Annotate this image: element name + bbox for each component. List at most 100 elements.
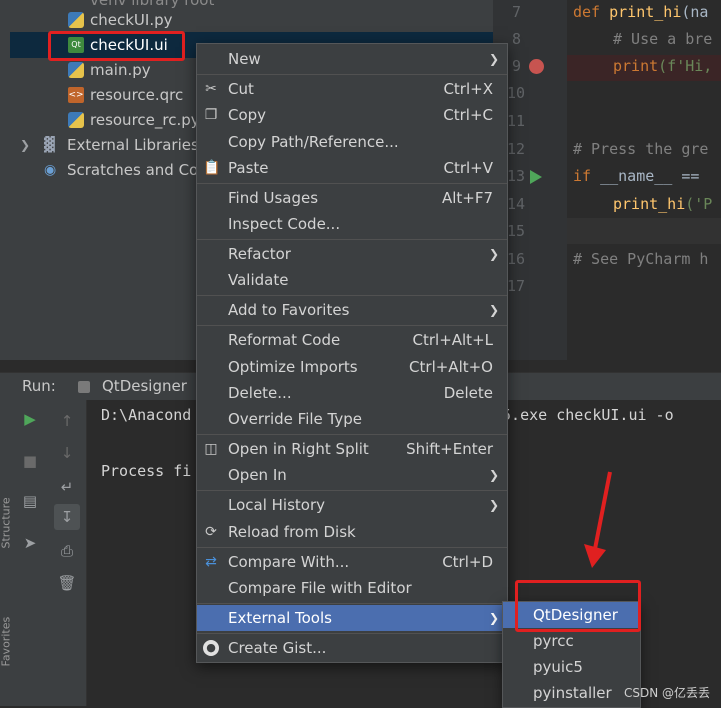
submenu-arrow-icon: ❯ [488, 611, 499, 625]
arrow-up-icon[interactable]: ↑ [56, 410, 78, 432]
python-file-icon [68, 62, 84, 78]
code-line: if __name__ == [573, 167, 709, 185]
line-number: 8 [511, 30, 521, 48]
line-number: 10 [507, 84, 526, 102]
soft-wrap-icon[interactable]: ↵ [56, 476, 78, 498]
menu-item-paste[interactable]: 📋 Paste Ctrl+V [197, 155, 507, 181]
submenu-arrow-icon: ❯ [488, 303, 499, 317]
favorites-tab[interactable]: Favorites [0, 617, 13, 667]
menu-item-copy-path[interactable]: Copy Path/Reference... [197, 129, 507, 155]
structure-tab[interactable]: Structure [0, 497, 13, 548]
rerun-icon[interactable]: ▶ [19, 408, 41, 430]
menu-separator [197, 74, 507, 75]
menu-separator [197, 239, 507, 240]
scissors-icon: ✂ [205, 81, 217, 97]
github-icon: ● [203, 640, 219, 656]
menu-separator [197, 603, 507, 604]
line-number: 14 [507, 195, 526, 213]
line-number: 17 [507, 277, 526, 295]
submenu-arrow-icon: ❯ [488, 52, 499, 66]
print-icon[interactable]: ⎙ [56, 540, 78, 562]
left-side-stripe: Structure Favorites [0, 400, 13, 706]
paste-icon: 📋 [203, 160, 221, 176]
code-line: # See PyCharm h [573, 250, 709, 268]
trash-icon[interactable]: 🗑 [56, 572, 78, 594]
submenu-arrow-icon: ❯ [488, 247, 499, 261]
menu-item-reformat-code[interactable]: Reformat Code Ctrl+Alt+L [197, 327, 507, 353]
menu-item-find-usages[interactable]: Find Usages Alt+F7 [197, 185, 507, 211]
watermark: CSDN @亿丢丢 [624, 686, 711, 700]
line-number: 12 [507, 140, 526, 158]
compare-icon: ⇄ [205, 554, 217, 570]
menu-item-inspect-code[interactable]: Inspect Code... [197, 211, 507, 237]
library-icon: ▓ [44, 137, 55, 153]
menu-item-copy[interactable]: ❐ Copy Ctrl+C [197, 102, 507, 128]
menu-item-open-in[interactable]: Open In ❯ [197, 462, 507, 488]
scroll-to-end-icon[interactable]: ↧ [54, 504, 80, 530]
code-line: print_hi('P [613, 195, 713, 213]
line-number: 11 [507, 112, 526, 130]
menu-item-compare-file-editor[interactable]: Compare File with Editor [197, 575, 507, 601]
menu-item-validate[interactable]: Validate [197, 267, 507, 293]
menu-separator [197, 183, 507, 184]
scratches-icon: ◉ [44, 162, 57, 178]
breakpoint-icon[interactable] [529, 59, 544, 74]
submenu-item-pyinstaller[interactable]: pyinstaller [503, 680, 640, 706]
menu-item-cut[interactable]: ✂ Cut Ctrl+X [197, 76, 507, 102]
console-line: c5.exe checkUI.ui -o [493, 406, 674, 424]
menu-separator [197, 490, 507, 491]
console-line: Process fi [101, 462, 192, 480]
layout-icon[interactable]: ▤ [19, 490, 41, 512]
line-number: 15 [507, 222, 526, 240]
menu-item-create-gist[interactable]: ● Create Gist... [197, 635, 507, 661]
run-label: Run: [22, 377, 56, 395]
menu-item-refactor[interactable]: Refactor ❯ [197, 241, 507, 267]
submenu-item-pyuic5[interactable]: pyuic5 [503, 654, 640, 680]
menu-item-local-history[interactable]: Local History ❯ [197, 492, 507, 518]
run-gutter-icon[interactable] [530, 170, 542, 184]
menu-item-new[interactable]: New ❯ [197, 46, 507, 72]
stop-icon[interactable]: ■ [19, 450, 41, 472]
menu-item-delete[interactable]: Delete... Delete [197, 380, 507, 406]
copy-icon: ❐ [204, 107, 218, 123]
annotation-arrow [584, 471, 612, 568]
run-toolbar-primary: ▶ ■ ▤ ➤ [12, 400, 48, 706]
line-number: 7 [511, 3, 521, 21]
qrc-file-icon: <> [68, 87, 84, 103]
pin-icon[interactable]: ➤ [19, 532, 41, 554]
menu-item-compare-with[interactable]: ⇄ Compare With... Ctrl+D [197, 549, 507, 575]
menu-item-override-file-type[interactable]: Override File Type [197, 406, 507, 432]
chevron-right-icon[interactable]: ❯ [20, 133, 30, 157]
python-file-icon [68, 12, 84, 28]
annotation-box-qtdesigner [515, 580, 641, 632]
python-file-icon [68, 112, 84, 128]
arrow-down-icon[interactable]: ↓ [56, 442, 78, 464]
reload-icon: ⟳ [205, 524, 217, 540]
menu-item-optimize-imports[interactable]: Optimize Imports Ctrl+Alt+O [197, 354, 507, 380]
run-tab-qtdesigner[interactable]: QtDesigner [102, 377, 187, 395]
code-line: print(f'Hi, [613, 57, 713, 75]
run-toolbar-secondary: ↑ ↓ ↵ ↧ ⎙ 🗑 [48, 400, 87, 706]
code-line: def print_hi(na [573, 3, 709, 21]
run-config-icon [78, 381, 90, 393]
menu-item-open-right-split[interactable]: ◫ Open in Right Split Shift+Enter [197, 436, 507, 462]
line-number: 9 [511, 57, 521, 75]
code-line: # Press the gre [573, 140, 709, 158]
menu-item-reload-from-disk[interactable]: ⟳ Reload from Disk [197, 519, 507, 545]
context-menu: New ❯ ✂ Cut Ctrl+X ❐ Copy Ctrl+C Copy Path/Re… [196, 43, 508, 663]
split-icon: ◫ [204, 441, 218, 457]
code-line: # Use a bre [613, 30, 713, 48]
submenu-arrow-icon: ❯ [488, 498, 499, 512]
line-number: 16 [507, 250, 526, 268]
menu-separator [197, 325, 507, 326]
menu-item-add-to-favorites[interactable]: Add to Favorites ❯ [197, 297, 507, 323]
menu-separator [197, 295, 507, 296]
menu-separator [197, 434, 507, 435]
menu-separator [197, 547, 507, 548]
caret-line-highlight [567, 218, 721, 244]
console-line: D:\Anacond [101, 406, 192, 424]
submenu-arrow-icon: ❯ [488, 468, 499, 482]
line-number: 13 [507, 167, 526, 185]
menu-item-external-tools[interactable]: External Tools ❯ [197, 605, 507, 631]
menu-separator [197, 633, 507, 634]
